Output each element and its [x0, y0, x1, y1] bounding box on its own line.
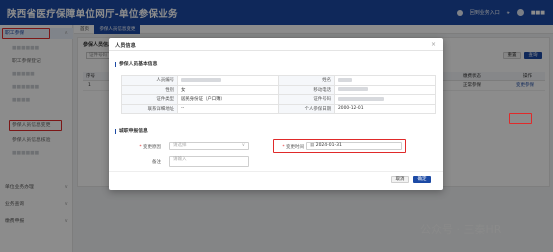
basic-info-table: 人员编号 姓名 性别 女 移动电话 证件类型 居民身份证（户口簿） 证件号码 联… — [121, 75, 436, 114]
section-declaration-title: 城职申报信息 — [115, 129, 148, 134]
person-id-value — [177, 75, 279, 86]
address-value: -- — [177, 103, 279, 114]
gender-value: 女 — [177, 84, 279, 95]
modal-title: 人员信息 — [115, 43, 136, 49]
modal-header: 人员信息 × — [109, 38, 443, 51]
remark-textarea[interactable]: 请输入 — [169, 156, 249, 167]
remark-placeholder: 请输入 — [173, 157, 187, 162]
watermark: 公众号 · 三秦HR — [420, 223, 502, 236]
person-info-modal: 人员信息 × 参保人员基本信息 人员编号 姓名 性别 女 移动电话 证件类型 居… — [109, 38, 443, 190]
id-type-value: 居民身份证（户口簿） — [177, 94, 279, 105]
field-label: 联系详细地址 — [121, 103, 178, 114]
field-label: 证件号码 — [278, 94, 335, 105]
id-number-value — [334, 94, 436, 105]
field-label: 人员编号 — [121, 75, 178, 86]
info-row: 性别 女 移动电话 — [121, 84, 436, 95]
section-basic-info-title: 参保人员基本信息 — [115, 62, 157, 67]
reason-select[interactable]: 请选择 ∨ — [169, 142, 249, 150]
field-label: 个人参保日期 — [278, 103, 335, 114]
chevron-down-icon: ∨ — [241, 143, 245, 148]
info-row: 联系详细地址 -- 个人参保日期 2000-12-01 — [121, 103, 436, 114]
cancel-button[interactable]: 取消 — [391, 176, 409, 183]
insured-date-value: 2000-12-01 — [334, 103, 436, 114]
remark-label: 备注 — [152, 160, 161, 165]
highlight-box-time — [273, 139, 406, 153]
close-icon[interactable]: × — [431, 41, 436, 48]
info-row: 证件类型 居民身份证（户口簿） 证件号码 — [121, 94, 436, 105]
mobile-value — [334, 84, 436, 95]
reason-placeholder: 请选择 — [173, 143, 187, 148]
reason-label: * 变更原因 — [139, 145, 161, 150]
confirm-button[interactable]: 确定 — [413, 176, 431, 183]
field-label: 姓名 — [278, 75, 335, 86]
highlight-box-action — [509, 113, 532, 124]
info-row: 人员编号 姓名 — [121, 75, 436, 86]
name-value — [334, 75, 436, 86]
field-label: 移动电话 — [278, 84, 335, 95]
field-label: 性别 — [121, 84, 178, 95]
reason-label-text: 变更原因 — [143, 145, 161, 150]
modal-footer-divider — [109, 171, 443, 172]
field-label: 证件类型 — [121, 94, 178, 105]
